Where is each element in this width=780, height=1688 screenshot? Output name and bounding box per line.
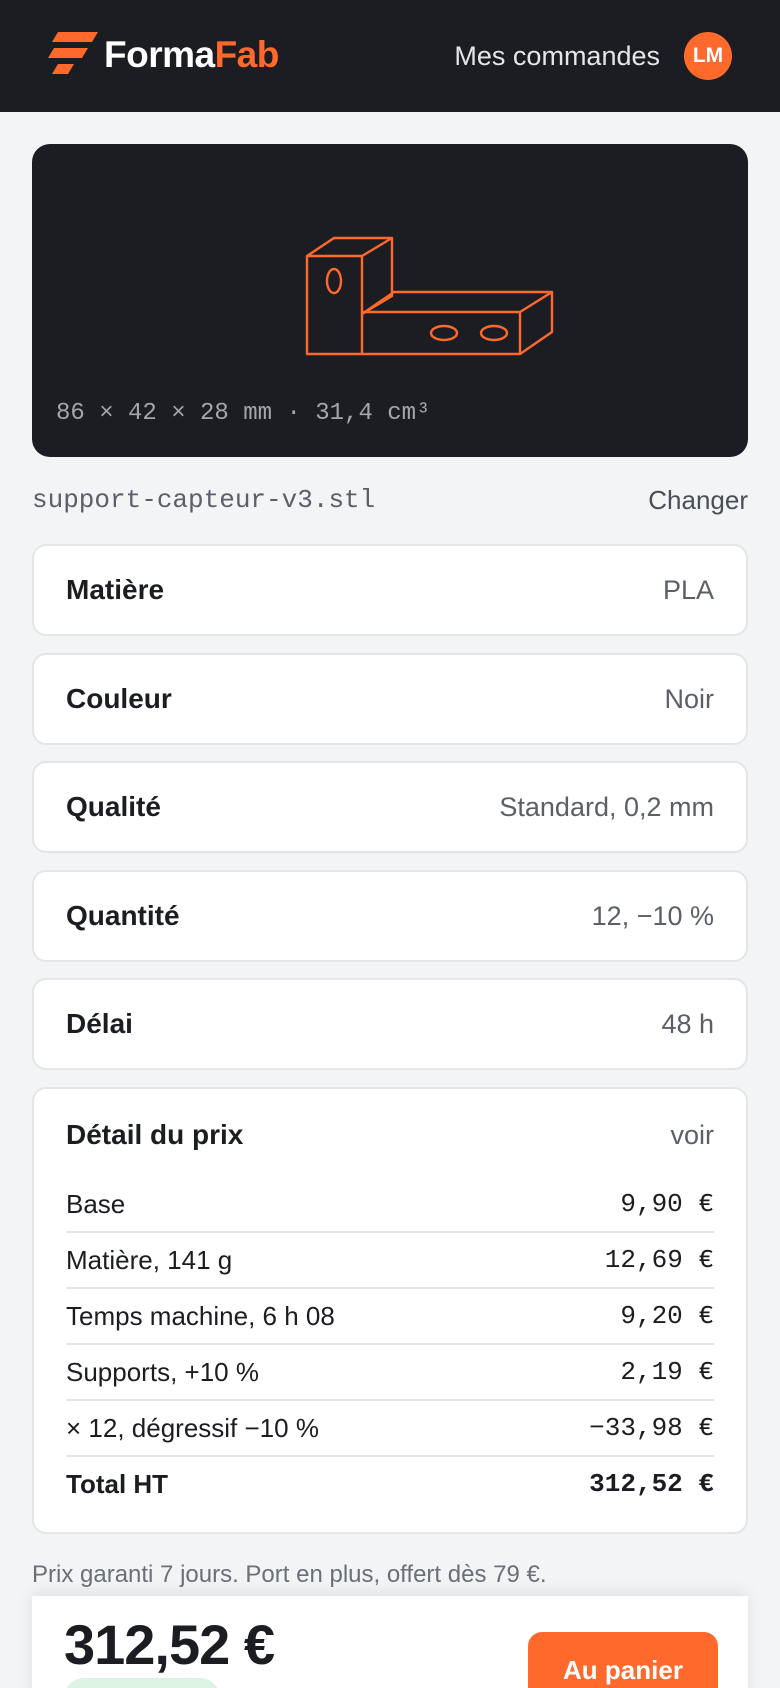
price-lines: Base 9,90 € Matière, 141 g 12,69 € Temps… (66, 1177, 714, 1513)
option-material[interactable]: Matière PLA (32, 544, 748, 636)
top-bar: FormaFab Mes commandes LM (0, 0, 780, 112)
price-line-label: Matière, 141 g (66, 1245, 233, 1275)
option-label: Matière (66, 574, 165, 605)
option-value: 48 h (661, 1009, 714, 1039)
price-detail-header[interactable]: Détail du prix voir (66, 1111, 714, 1159)
file-row: support-capteur-v3.stl Changer (32, 482, 748, 518)
price-line: × 12, dégressif −10 % −33,98 € (66, 1401, 714, 1457)
price-total-amount: 312,52 € (589, 1469, 714, 1499)
change-file-link[interactable]: Changer (648, 482, 748, 518)
price-total-line: Total HT 312,52 € (66, 1457, 714, 1513)
price-detail-toggle[interactable]: voir (670, 1111, 714, 1159)
option-quantity[interactable]: Quantité 12, −10 % (32, 870, 748, 962)
model-wireframe-icon (305, 236, 554, 356)
option-label: Qualité (66, 791, 161, 822)
price-line-label: Temps machine, 6 h 08 (66, 1301, 335, 1331)
price-guarantee-note: Prix garanti 7 jours. Port en plus, offe… (32, 1561, 547, 1588)
price-line-label: Supports, +10 % (66, 1357, 259, 1387)
price-detail-title: Détail du prix (66, 1119, 244, 1150)
option-lead-time[interactable]: Délai 48 h (32, 978, 748, 1070)
file-name: support-capteur-v3.stl (32, 485, 376, 515)
price-line-label: Base (66, 1189, 126, 1219)
option-value: PLA (662, 575, 714, 605)
option-label: Couleur (66, 683, 172, 714)
price-line-label: × 12, dégressif −10 % (66, 1413, 319, 1443)
add-to-cart-button[interactable]: Au panier (528, 1632, 718, 1688)
user-avatar[interactable]: LM (684, 32, 732, 80)
option-color[interactable]: Couleur Noir (32, 653, 748, 745)
price-total-label: Total HT (66, 1469, 169, 1499)
brand-logo[interactable]: FormaFab (48, 30, 279, 80)
price-line-amount: 12,69 € (604, 1245, 714, 1275)
price-line-amount: −33,98 € (589, 1413, 714, 1443)
option-quality[interactable]: Qualité Standard, 0,2 mm (32, 761, 748, 853)
price-line: Temps machine, 6 h 08 9,20 € (66, 1289, 714, 1345)
option-value: Noir (664, 684, 714, 714)
price-line: Matière, 141 g 12,69 € (66, 1233, 714, 1289)
my-orders-link[interactable]: Mes commandes (454, 36, 660, 76)
status-badge (64, 1678, 220, 1688)
option-value: 12, −10 % (591, 901, 714, 931)
price-line-amount: 2,19 € (620, 1357, 714, 1387)
price-detail-card: Détail du prix voir Base 9,90 € Matière,… (32, 1087, 748, 1534)
option-value: Standard, 0,2 mm (499, 792, 714, 822)
price-line: Base 9,90 € (66, 1177, 714, 1233)
model-preview[interactable]: 86 × 42 × 28 mm · 31,4 cm³ (32, 144, 748, 457)
option-label: Délai (66, 1008, 133, 1039)
model-dimensions: 86 × 42 × 28 mm · 31,4 cm³ (56, 400, 431, 427)
total-price: 312,52 € (64, 1613, 275, 1676)
price-line: Supports, +10 % 2,19 € (66, 1345, 714, 1401)
price-line-amount: 9,20 € (620, 1301, 714, 1331)
checkout-bar: 312,52 € Au panier (32, 1596, 748, 1688)
option-label: Quantité (66, 900, 180, 931)
formafab-logo-icon (48, 32, 98, 74)
price-line-amount: 9,90 € (620, 1189, 714, 1219)
brand-name: FormaFab (104, 34, 279, 75)
